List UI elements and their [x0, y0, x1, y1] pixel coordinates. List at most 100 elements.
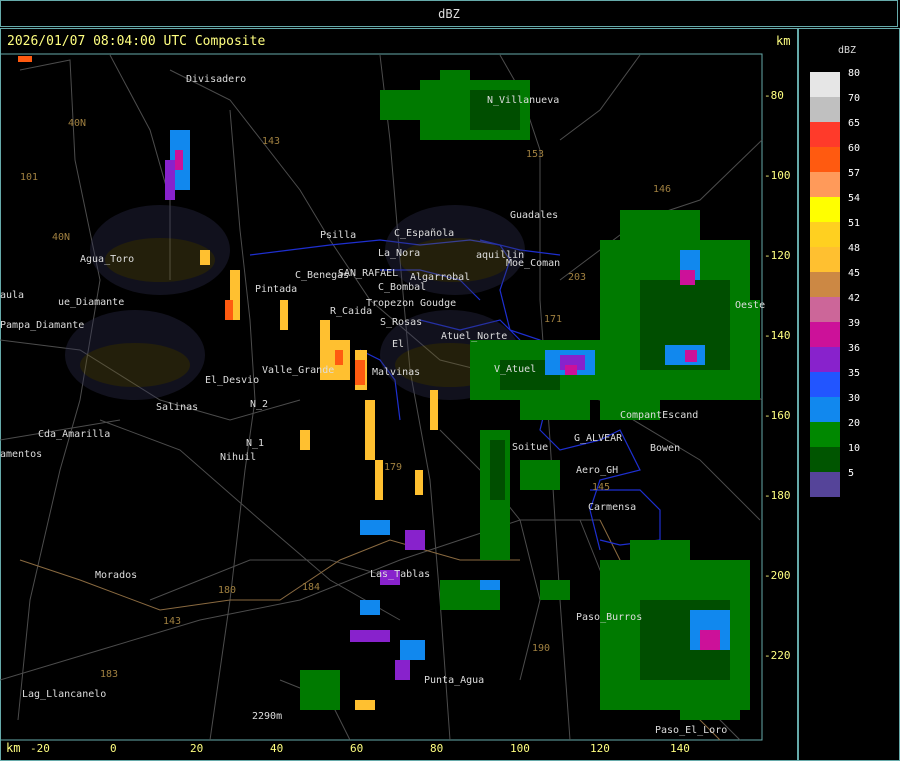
place-label: aula — [0, 290, 24, 301]
legend-label: 51 — [848, 218, 861, 229]
place-label: 101 — [20, 172, 38, 183]
place-label: Divisadero — [186, 74, 246, 85]
place-label: C_Española — [394, 228, 454, 239]
radar-map[interactable]: Divisadero N_Villanueva 40N 101 143 153 … — [0, 0, 900, 761]
timestamp-label: 2026/01/07 08:04:00 UTC Composite — [7, 34, 266, 49]
x-tick-label: 20 — [190, 742, 203, 755]
legend-label: 65 — [848, 118, 861, 129]
legend-swatch — [810, 472, 840, 497]
legend-swatch — [810, 97, 840, 122]
legend-swatch — [810, 147, 840, 172]
legend-label: 35 — [848, 368, 861, 379]
place-label: Nihuil — [220, 452, 256, 463]
legend-swatch — [810, 122, 840, 147]
place-label: SAN_RAFAEL — [338, 268, 398, 279]
place-label: Paso_El_Loro — [655, 725, 727, 736]
place-label: 40N — [52, 232, 70, 243]
place-label: Guadales — [510, 210, 558, 221]
legend-label: 48 — [848, 243, 861, 254]
place-label: R_Caida — [330, 306, 372, 317]
x-tick-label: 100 — [510, 742, 530, 755]
place-label: Carmensa — [588, 502, 636, 513]
place-label: Agua_Toro — [80, 254, 134, 265]
y-tick-label: -120 — [764, 249, 791, 262]
place-label: ue_Diamante — [58, 297, 124, 308]
legend-swatch — [810, 347, 840, 372]
place-label: Oeste — [735, 300, 765, 311]
y-tick-label: -180 — [764, 489, 791, 502]
legend-label: 45 — [848, 268, 861, 279]
legend-swatch — [810, 247, 840, 272]
legend-label: 5 — [848, 468, 855, 479]
legend-label: 60 — [848, 143, 861, 154]
y-tick-label: -80 — [764, 89, 784, 102]
legend-swatch — [810, 197, 840, 222]
place-label: Moe_Coman — [506, 258, 560, 269]
place-label: 40N — [68, 118, 86, 129]
legend-label: 57 — [848, 168, 861, 179]
place-label: CompantEscand — [620, 410, 698, 421]
place-label: Las_Tablas — [370, 569, 430, 580]
legend-label: 10 — [848, 443, 861, 454]
place-label: Soitue — [512, 442, 548, 453]
place-label: 145 — [592, 482, 610, 493]
place-label: El — [392, 339, 404, 350]
km-unit-bottom: km — [6, 741, 21, 755]
y-tick-label: -220 — [764, 649, 791, 662]
x-tick-label: 140 — [670, 742, 690, 755]
place-label: G_ALVEAR — [574, 433, 623, 444]
legend-label: 54 — [848, 193, 861, 204]
x-tick-label: 40 — [270, 742, 283, 755]
place-label: 143 — [163, 616, 181, 627]
place-label: Malvinas — [372, 367, 420, 378]
place-label: Bowen — [650, 443, 680, 454]
y-tick-label: -200 — [764, 569, 791, 582]
legend-swatch — [810, 72, 840, 97]
place-label: Salinas — [156, 402, 198, 413]
place-label: Pintada — [255, 284, 297, 295]
place-label: V_Atuel — [494, 364, 536, 375]
legend-swatch — [810, 172, 840, 197]
legend-title: dBZ — [838, 45, 857, 56]
place-label: 2290m — [252, 711, 282, 722]
place-label: Morados — [95, 570, 137, 581]
legend-label: 42 — [848, 293, 861, 304]
x-tick-label: 0 — [110, 742, 117, 755]
place-label: N_Villanueva — [487, 95, 559, 106]
x-tick-label: 80 — [430, 742, 443, 755]
place-label: El_Desvio — [205, 375, 259, 386]
place-label: Aero_GH — [576, 465, 618, 476]
place-label: 143 — [262, 136, 280, 147]
legend-swatch — [810, 272, 840, 297]
place-label: La_Nora — [378, 248, 420, 259]
legend-swatch — [810, 397, 840, 422]
legend-swatch — [810, 447, 840, 472]
y-tick-label: -100 — [764, 169, 791, 182]
place-label: Punta_Agua — [424, 675, 484, 686]
place-label: Pampa_Diamante — [0, 320, 84, 331]
place-label: Atuel_Norte — [441, 331, 507, 342]
place-label: 179 — [384, 462, 402, 473]
x-tick-label: 120 — [590, 742, 610, 755]
legend-label: 30 — [848, 393, 861, 404]
legend-label: 39 — [848, 318, 861, 329]
km-unit-top: km — [776, 34, 791, 48]
place-label: Cda_Amarilla — [38, 429, 110, 440]
legend-swatch — [810, 222, 840, 247]
legend-swatch — [810, 372, 840, 397]
place-label: 183 — [100, 669, 118, 680]
place-label: 171 — [544, 314, 562, 325]
place-label: Psilla — [320, 230, 356, 241]
legend-swatch — [810, 297, 840, 322]
place-label: S_Rosas — [380, 317, 422, 328]
place-label: Lag_Llancanelo — [22, 689, 106, 700]
place-label: Tropezon — [366, 298, 414, 309]
place-label: amentos — [0, 449, 42, 460]
y-tick-label: -160 — [764, 409, 791, 422]
legend-swatch — [810, 322, 840, 347]
legend-label: 20 — [848, 418, 861, 429]
legend-swatch — [810, 422, 840, 447]
y-tick-label: -140 — [764, 329, 791, 342]
place-label: 203 — [568, 272, 586, 283]
place-label: 180 — [218, 585, 236, 596]
